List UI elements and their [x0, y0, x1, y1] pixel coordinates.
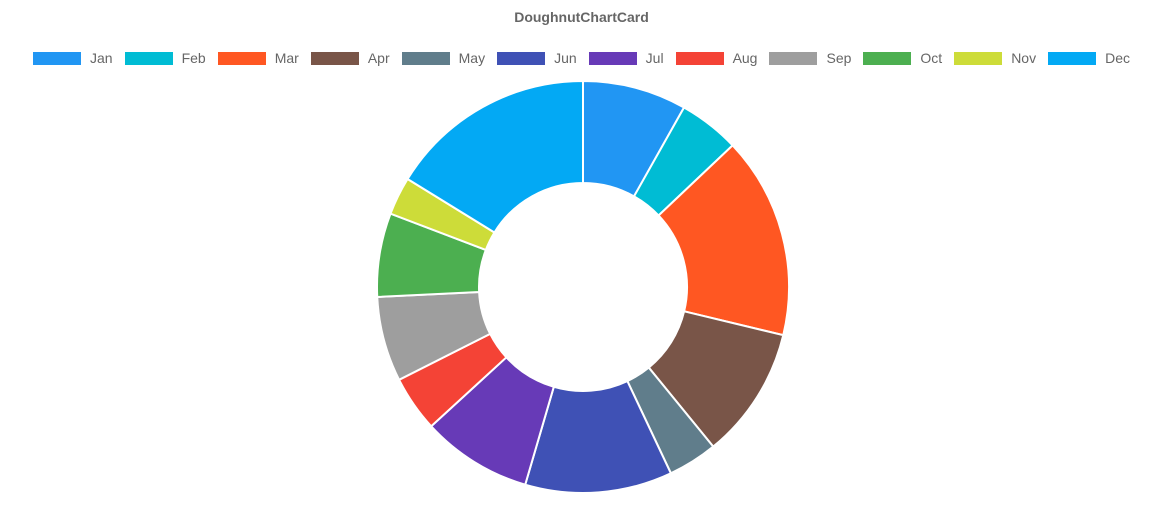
doughnut-chart-card: DoughnutChartCard Jan Feb Mar Apr May Jun Jul A…	[0, 0, 1163, 507]
doughnut-chart	[376, 79, 790, 494]
